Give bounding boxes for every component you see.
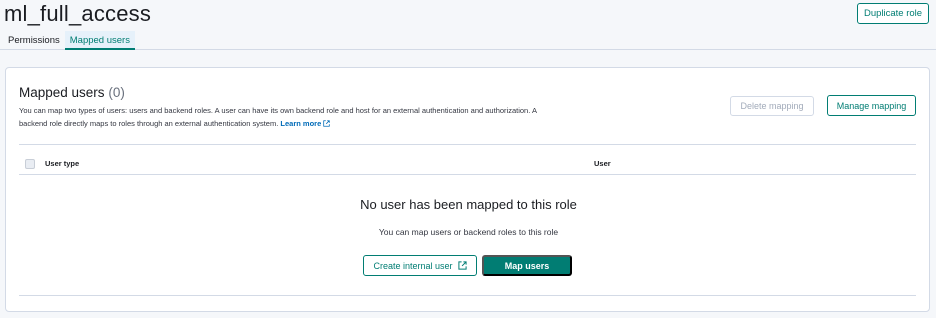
column-user-type[interactable]: User type [45,159,79,168]
tab-bar: Permissions Mapped users [0,31,135,50]
panel-description: You can map two types of users: users an… [19,104,539,130]
external-link-icon [323,120,330,127]
manage-mapping-button[interactable]: Manage mapping [827,95,916,116]
map-users-button[interactable]: Map users [482,255,572,276]
external-link-icon [457,261,467,270]
mapped-count: (0) [108,85,125,100]
create-internal-user-button[interactable]: Create internal user [363,255,477,276]
learn-more-link[interactable]: Learn more [280,119,330,128]
tab-permissions[interactable]: Permissions [0,31,65,50]
select-all-checkbox[interactable] [25,159,35,169]
delete-mapping-button[interactable]: Delete mapping [730,96,814,116]
empty-state-subtitle: You can map users or backend roles to th… [378,227,559,237]
table-header: User type User [19,144,916,175]
empty-state-title: No user has been mapped to this role [360,197,577,212]
panel-title: Mapped users (0) [19,85,125,100]
mapped-users-panel: Mapped users (0) You can map two types o… [5,67,930,312]
page-title: ml_full_access [4,1,152,26]
column-user[interactable]: User [594,159,611,168]
create-internal-user-label: Create internal user [373,260,453,271]
page-header: ml_full_access Permissions Mapped users [0,0,936,50]
duplicate-role-button[interactable]: Duplicate role [857,3,929,24]
learn-more-label: Learn more [280,119,322,128]
tab-mapped-users[interactable]: Mapped users [64,31,135,50]
panel-title-label: Mapped users [19,85,105,100]
description-text: You can map two types of users: users an… [19,106,537,128]
table-bottom-divider [19,295,916,296]
